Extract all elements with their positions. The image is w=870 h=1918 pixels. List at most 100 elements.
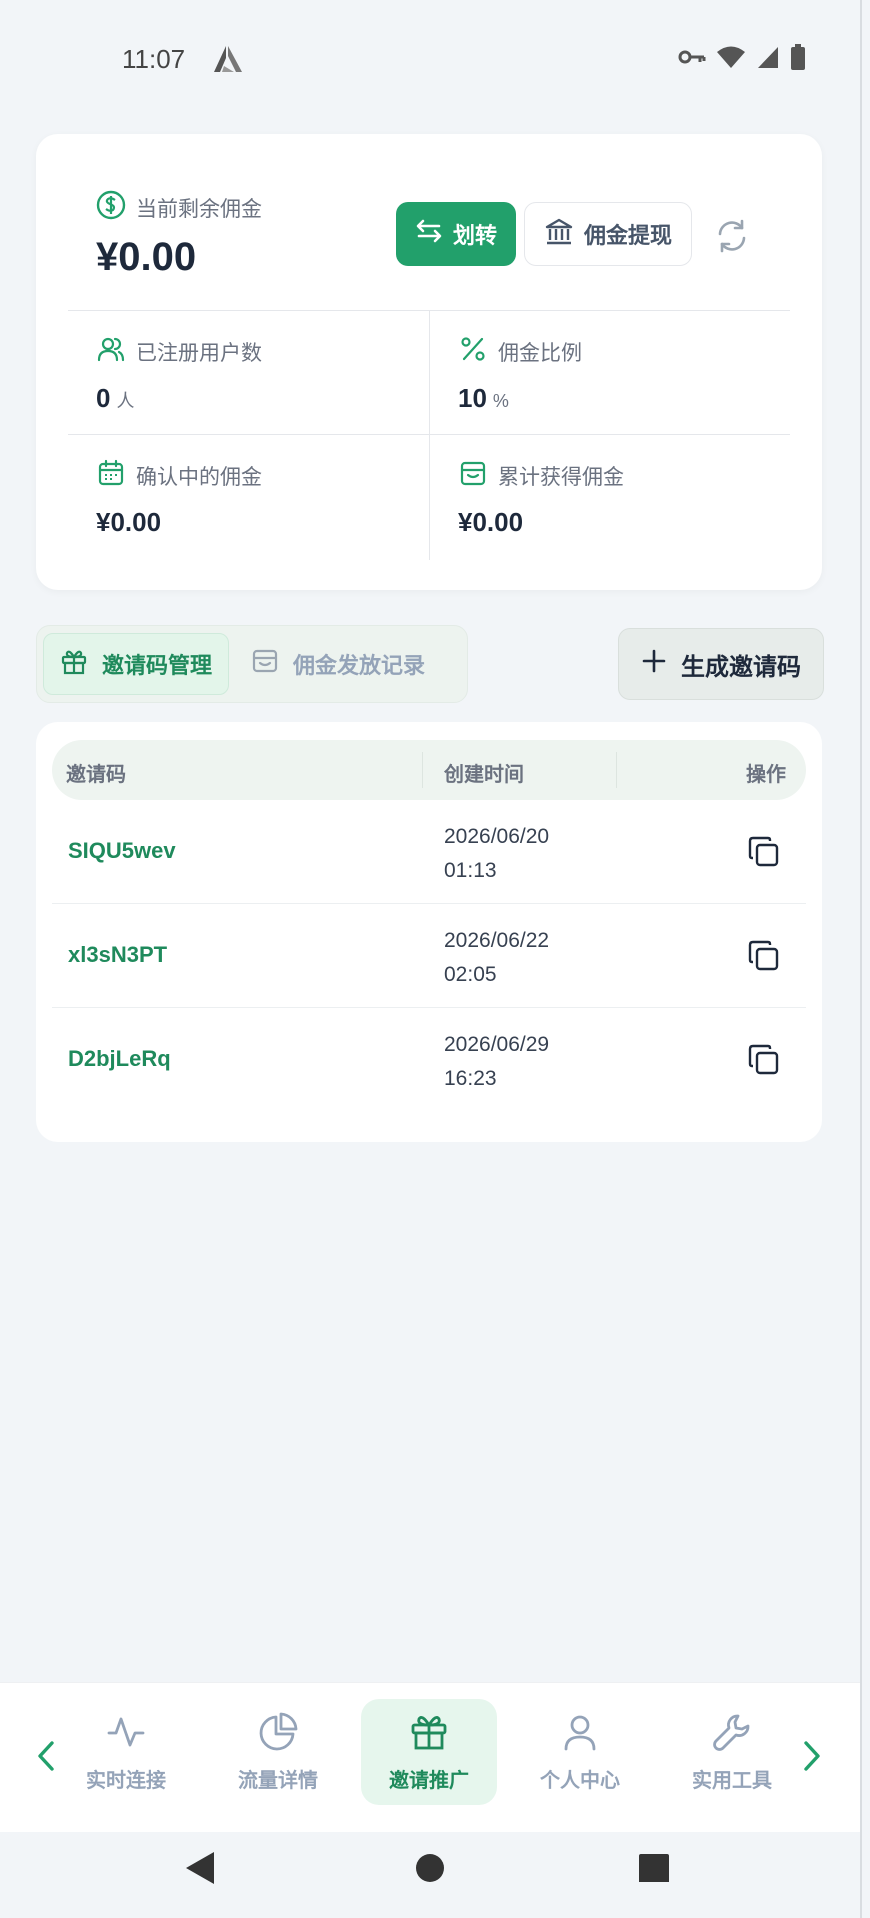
stat-value: ¥0.00 <box>458 507 524 537</box>
table-row: xl3sN3PT 2026/06/22 02:05 <box>52 904 806 1008</box>
bottom-nav: 实时连接 流量详情 邀请推广 个人中心 实用工具 <box>0 1682 860 1832</box>
stat-label: 确认中的佣金 <box>136 464 262 489</box>
system-back-button[interactable] <box>184 1850 218 1890</box>
invite-code: xl3sN3PT <box>68 942 168 967</box>
back-triangle-icon <box>184 1852 218 1890</box>
wallet-icon <box>251 647 279 681</box>
copy-icon <box>746 1044 782 1082</box>
nav-label: 实用工具 <box>692 1768 772 1792</box>
nav-scroll-right-button[interactable] <box>792 1733 832 1783</box>
tab-label: 邀请码管理 <box>102 654 213 679</box>
stat-total-commission: 累计获得佣金 ¥0.00 <box>458 458 624 538</box>
battery-icon <box>790 44 806 74</box>
copy-button[interactable] <box>746 938 782 974</box>
stat-unit: 人 <box>116 391 135 411</box>
balance-label: 当前剩余佣金 <box>136 196 262 221</box>
home-circle-icon <box>414 1854 446 1886</box>
nav-item-invite[interactable]: 邀请推广 <box>361 1699 497 1805</box>
stat-label: 佣金比例 <box>498 340 582 365</box>
status-time: 11:07 <box>122 44 186 74</box>
copy-icon <box>746 836 782 874</box>
nav-label: 实时连接 <box>86 1768 166 1792</box>
balance-block: 当前剩余佣金 ¥0.00 <box>96 190 262 280</box>
status-bar: 11:07 <box>0 0 870 120</box>
created-date: 2026/06/20 <box>444 825 550 848</box>
activity-icon <box>105 1711 147 1758</box>
transfer-label: 划转 <box>452 224 497 249</box>
signal-icon <box>756 45 780 73</box>
created-time: 2026/06/29 16:23 <box>444 1028 614 1096</box>
swap-arrows-icon <box>415 217 443 251</box>
copy-icon <box>746 940 782 978</box>
tab-bar: 邀请码管理 佣金发放记录 <box>36 625 468 703</box>
dollar-circle-icon <box>96 190 126 225</box>
generate-invite-code-button[interactable]: 生成邀请码 <box>618 628 824 700</box>
nav-item-profile[interactable]: 个人中心 <box>512 1699 648 1805</box>
refresh-button[interactable] <box>712 216 752 256</box>
created-clock: 01:13 <box>444 859 497 882</box>
nav-item-traffic[interactable]: 流量详情 <box>210 1699 346 1805</box>
chevron-left-icon <box>34 1739 58 1777</box>
bank-icon <box>544 216 574 252</box>
nav-label: 流量详情 <box>238 1768 318 1792</box>
created-date: 2026/06/22 <box>444 929 550 952</box>
nav-item-tools[interactable]: 实用工具 <box>664 1699 800 1805</box>
generate-label: 生成邀请码 <box>681 652 801 681</box>
withdraw-button[interactable]: 佣金提现 <box>524 202 692 266</box>
tab-commission-records[interactable]: 佣金发放记录 <box>235 633 441 695</box>
column-header-code: 邀请码 <box>66 762 126 786</box>
tab-label: 佣金发放记录 <box>293 654 426 679</box>
vpn-key-icon <box>678 47 706 71</box>
tab-invite-codes[interactable]: 邀请码管理 <box>43 633 230 695</box>
nav-label: 个人中心 <box>540 1768 620 1792</box>
table-row: SIQU5wev 2026/06/20 01:13 <box>52 800 806 904</box>
gift-icon <box>60 647 88 681</box>
stat-pending-commission: 确认中的佣金 ¥0.00 <box>96 458 262 538</box>
wallet-icon <box>458 458 488 493</box>
column-header-actions: 操作 <box>746 762 786 786</box>
created-clock: 02:05 <box>444 963 497 986</box>
window-edge <box>860 0 862 1918</box>
system-nav-bar <box>0 1832 860 1918</box>
table-row: D2bjLeRq 2026/06/29 16:23 <box>52 1008 806 1112</box>
invite-code: SIQU5wev <box>68 838 176 863</box>
withdraw-label: 佣金提现 <box>583 224 672 249</box>
app-logo-icon <box>212 44 244 78</box>
chevron-right-icon <box>800 1739 824 1777</box>
stat-commission-rate: 佣金比例 10% <box>458 334 582 414</box>
stat-label: 已注册用户数 <box>136 340 262 365</box>
plus-icon <box>641 648 667 680</box>
commission-stats-card: 当前剩余佣金 ¥0.00 划转 佣金提现 已注册用户数 0人 佣金比例 10 %… <box>36 134 822 590</box>
pie-chart-icon <box>257 1711 299 1758</box>
nav-label: 邀请推广 <box>389 1768 469 1792</box>
copy-button[interactable] <box>746 1042 782 1078</box>
column-separator <box>616 752 617 788</box>
stat-value: 0 <box>96 383 111 413</box>
system-home-button[interactable] <box>414 1850 446 1886</box>
stat-registered-users: 已注册用户数 0人 <box>96 334 262 414</box>
system-recents-button[interactable] <box>638 1850 670 1886</box>
invite-code-table: 邀请码 创建时间 操作 SIQU5wev 2026/06/20 01:13 xl… <box>36 722 822 1142</box>
created-date: 2026/06/29 <box>444 1033 550 1056</box>
created-time: 2026/06/20 01:13 <box>444 820 614 888</box>
users-icon <box>96 334 126 369</box>
divider <box>429 310 430 560</box>
calendar-icon <box>96 458 126 493</box>
invite-code: D2bjLeRq <box>68 1046 171 1071</box>
created-time: 2026/06/22 02:05 <box>444 924 614 992</box>
stat-value: 10 <box>458 383 487 413</box>
nav-item-realtime[interactable]: 实时连接 <box>58 1699 194 1805</box>
refresh-icon <box>712 219 752 260</box>
stat-label: 累计获得佣金 <box>498 464 624 489</box>
copy-button[interactable] <box>746 834 782 870</box>
column-separator <box>422 752 423 788</box>
stat-value: ¥0.00 <box>96 507 162 537</box>
transfer-button[interactable]: 划转 <box>396 202 516 266</box>
created-clock: 16:23 <box>444 1067 497 1090</box>
gift-icon <box>408 1711 450 1758</box>
wrench-icon <box>711 1711 753 1758</box>
wifi-icon <box>716 45 746 73</box>
recents-square-icon <box>638 1854 670 1886</box>
percent-icon <box>458 334 488 369</box>
stat-unit: % <box>492 391 509 411</box>
